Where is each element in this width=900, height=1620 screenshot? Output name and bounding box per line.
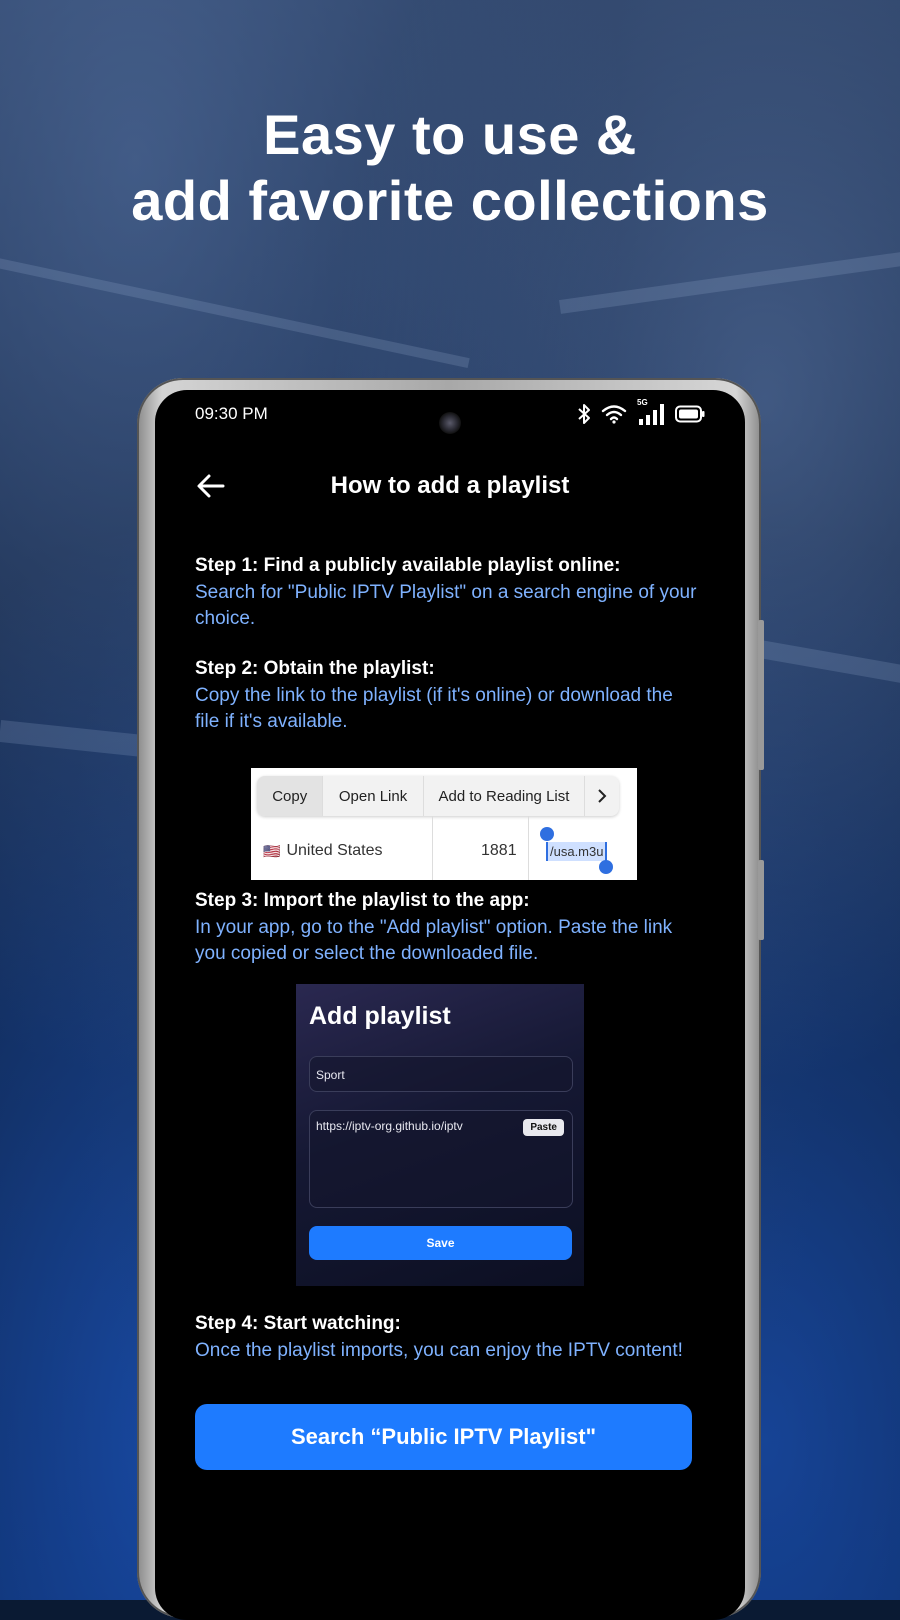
step-4-text: Once the playlist imports, you can enjoy… [195, 1340, 683, 1361]
menu-item-copy: Copy [257, 776, 324, 816]
selection-handle-start [540, 827, 554, 841]
phone-side-button [758, 860, 764, 940]
menu-item-add-to-reading-list: Add to Reading List [424, 776, 586, 816]
add-playlist-example-image: Add playlist Sport https://iptv-org.gith… [296, 984, 584, 1286]
country-cell: 🇺🇸 United States [263, 822, 383, 880]
battery-icon [675, 405, 705, 423]
step-3-text: In your app, go to the "Add playlist" op… [195, 917, 673, 964]
menu-item-open-link: Open Link [323, 776, 424, 816]
step-2-text: Copy the link to the playlist (if it's o… [195, 685, 673, 732]
phone-screen: 09:30 PM 5G How to add a playlist Step 1… [155, 390, 745, 1620]
search-playlist-button[interactable]: Search “Public IPTV Playlist" [195, 1404, 692, 1470]
step-1-text: Search for "Public IPTV Playlist" on a s… [195, 582, 697, 629]
country-name: United States [286, 842, 383, 859]
add-playlist-title: Add playlist [309, 1002, 451, 1030]
chevron-right-icon [585, 776, 619, 816]
paste-button: Paste [523, 1119, 564, 1136]
headline-line-1: Easy to use & [263, 103, 637, 166]
save-button: Save [309, 1226, 572, 1260]
playlist-name-value: Sport [316, 1068, 345, 1082]
status-icons: 5G [577, 398, 705, 426]
status-time: 09:30 PM [195, 404, 268, 423]
flag-icon: 🇺🇸 [263, 842, 281, 859]
step-4-title: Step 4: Start watching: [195, 1313, 401, 1334]
headline: Easy to use & add favorite collections [0, 102, 900, 234]
context-menu-example-image: Copy Open Link Add to Reading List 🇺🇸 Un… [251, 768, 637, 880]
step-2-title: Step 2: Obtain the playlist: [195, 658, 435, 679]
selection-handle-end [599, 860, 613, 874]
playlist-url-value: https://iptv-org.github.io/iptv [316, 1119, 463, 1133]
app-bar: How to add a playlist [155, 460, 745, 512]
phone-side-button [758, 620, 764, 770]
count-cell: 1881 [481, 842, 517, 859]
table-row: 🇺🇸 United States 1881 /usa.m3u [251, 822, 637, 880]
bluetooth-icon [578, 404, 590, 424]
wifi-icon [601, 405, 627, 424]
headline-line-2: add favorite collections [131, 169, 769, 232]
step-3-title: Step 3: Import the playlist to the app: [195, 890, 530, 911]
playlist-url-field: https://iptv-org.github.io/iptv Paste [309, 1110, 573, 1208]
page-title: How to add a playlist [330, 472, 570, 499]
context-menu: Copy Open Link Add to Reading List [257, 776, 619, 816]
step-1-title: Step 1: Find a publicly available playli… [195, 555, 621, 576]
front-camera [439, 412, 461, 434]
status-bar: 09:30 PM 5G [155, 390, 745, 440]
playlist-name-field: Sport [309, 1056, 573, 1092]
url-cell: /usa.m3u [546, 822, 608, 880]
selected-text: /usa.m3u [546, 841, 608, 861]
signal-icon: 5G [637, 398, 665, 426]
